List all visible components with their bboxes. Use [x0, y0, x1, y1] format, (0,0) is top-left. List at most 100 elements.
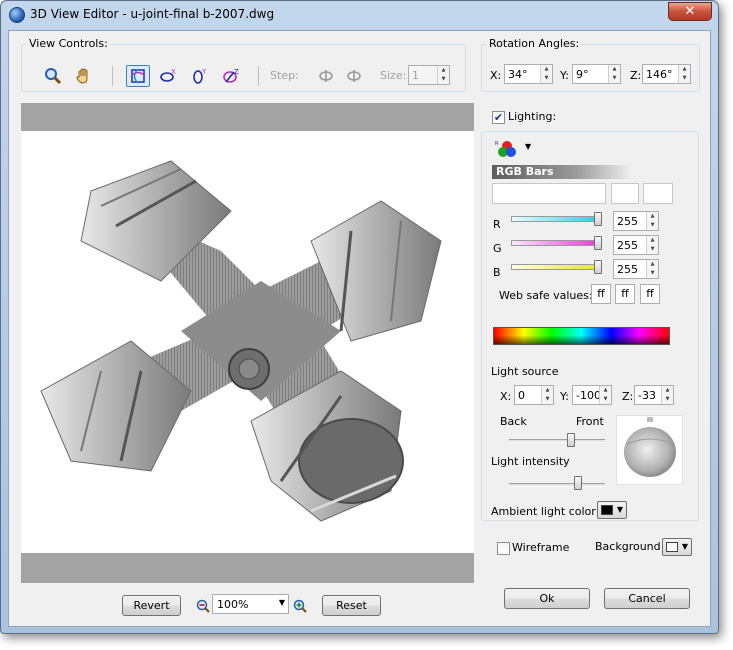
g-channel-label: G — [493, 242, 502, 255]
zoom-select[interactable]: 100% ▼ — [212, 594, 289, 614]
r-value-stepper[interactable]: 255 ▲ ▼ — [613, 211, 659, 231]
light-z-value: -33 — [638, 389, 656, 402]
ambient-color-picker[interactable]: ▼ — [597, 501, 627, 519]
stepper-down-icon[interactable]: ▼ — [647, 221, 658, 230]
dialog-client: View Controls: X Y Z Step: Size: 1 ▲ ▼ R… — [8, 30, 711, 627]
rotation-x-stepper[interactable]: 34° ▲ ▼ — [504, 64, 553, 84]
light-intensity-label: Light intensity — [491, 455, 570, 468]
b-slider-track[interactable] — [511, 264, 601, 270]
stepper-up-icon[interactable]: ▲ — [647, 260, 658, 269]
orbit-y-icon[interactable]: Y — [190, 66, 210, 86]
color-swatch-box-1 — [611, 183, 639, 204]
model-viewport[interactable] — [21, 103, 474, 583]
web-safe-g-field[interactable]: ff — [615, 284, 635, 304]
reset-button[interactable]: Reset — [322, 595, 381, 616]
rotation-angles-label: Rotation Angles: — [487, 37, 582, 50]
light-position-marker[interactable] — [647, 417, 653, 422]
web-safe-b-field[interactable]: ff — [640, 284, 660, 304]
light-intensity-slider-track[interactable] — [509, 483, 605, 487]
chevron-down-icon: ▼ — [616, 505, 623, 514]
rotation-y-value: 9° — [576, 68, 589, 81]
stepper-up-icon[interactable]: ▲ — [647, 212, 658, 221]
g-slider-thumb[interactable] — [594, 236, 602, 250]
light-x-label: X: — [500, 390, 512, 403]
b-channel-label: B — [493, 266, 501, 279]
back-front-slider-track[interactable] — [509, 439, 605, 443]
cancel-button[interactable]: Cancel — [604, 588, 690, 609]
b-value: 255 — [617, 263, 638, 276]
light-x-value: 0 — [518, 389, 525, 402]
stepper-down-icon[interactable]: ▼ — [541, 74, 552, 83]
toolbar-separator — [258, 66, 259, 86]
light-z-stepper[interactable]: -33 ▲ ▼ — [634, 385, 674, 405]
back-front-slider-thumb[interactable] — [567, 433, 575, 447]
sphere-preview-icon — [624, 427, 676, 477]
web-safe-label: Web safe values: — [499, 289, 593, 302]
stepper-up-icon[interactable]: ▲ — [662, 386, 673, 395]
stepper-up-icon[interactable]: ▲ — [647, 236, 658, 245]
ok-button[interactable]: Ok — [504, 588, 590, 609]
pan-hand-icon[interactable] — [74, 66, 94, 86]
stepper-up-icon[interactable]: ▲ — [600, 386, 611, 395]
render-canvas[interactable] — [21, 131, 474, 553]
rotation-z-stepper[interactable]: 146° ▲ ▼ — [642, 64, 691, 84]
r-slider-thumb[interactable] — [594, 212, 602, 226]
svg-text:R: R — [495, 141, 499, 147]
rgb-bars-header: RGB Bars — [492, 165, 632, 179]
stepper-up-icon[interactable]: ▲ — [541, 65, 552, 74]
ambient-color-swatch — [601, 505, 613, 515]
light-position-sphere[interactable] — [616, 415, 683, 485]
b-value-stepper[interactable]: 255 ▲ ▼ — [613, 259, 659, 279]
svg-text:X: X — [171, 68, 176, 76]
color-model-icon[interactable]: R — [493, 139, 521, 159]
svg-text:Z: Z — [234, 68, 239, 76]
zoom-value: 100% — [217, 597, 249, 611]
toolbar-separator — [112, 66, 113, 86]
zoom-icon[interactable] — [43, 66, 63, 86]
light-x-stepper[interactable]: 0 ▲ ▼ — [514, 385, 554, 405]
stepper-up-icon[interactable]: ▲ — [609, 65, 620, 74]
light-y-value: -100 — [576, 389, 599, 402]
color-spectrum-bar[interactable] — [493, 327, 670, 345]
orbit-z-icon[interactable]: Z — [222, 66, 242, 86]
lighting-label: Lighting: — [508, 110, 557, 123]
revert-button[interactable]: Revert — [122, 595, 181, 616]
free-orbit-icon[interactable] — [126, 65, 150, 87]
stepper-down-icon[interactable]: ▼ — [438, 75, 449, 84]
stepper-down-icon[interactable]: ▼ — [542, 395, 553, 404]
stepper-up-icon[interactable]: ▲ — [438, 66, 449, 75]
light-y-stepper[interactable]: -100 ▲ ▼ — [572, 385, 612, 405]
rotate-left-icon[interactable] — [316, 66, 336, 86]
light-intensity-slider-thumb[interactable] — [574, 476, 582, 490]
close-button[interactable]: ✕ — [668, 2, 712, 21]
stepper-up-icon[interactable]: ▲ — [542, 386, 553, 395]
title-bar[interactable]: 3D View Editor - u-joint-final b-2007.dw… — [1, 1, 718, 30]
stepper-up-icon[interactable]: ▲ — [679, 65, 690, 74]
stepper-down-icon[interactable]: ▼ — [647, 269, 658, 278]
wireframe-checkbox[interactable] — [497, 542, 510, 555]
stepper-down-icon[interactable]: ▼ — [679, 74, 690, 83]
lighting-checkbox[interactable]: ✔ — [492, 111, 505, 124]
web-safe-r-field[interactable]: ff — [591, 284, 611, 304]
stepper-down-icon[interactable]: ▼ — [662, 395, 673, 404]
zoom-in-icon[interactable] — [290, 596, 310, 616]
svg-text:Y: Y — [201, 68, 207, 76]
chevron-down-icon[interactable]: ▼ — [525, 142, 531, 151]
size-value: 1 — [412, 69, 419, 82]
size-stepper[interactable]: 1 ▲ ▼ — [408, 65, 450, 85]
stepper-down-icon[interactable]: ▼ — [609, 74, 620, 83]
rotation-y-stepper[interactable]: 9° ▲ ▼ — [572, 64, 621, 84]
b-slider-thumb[interactable] — [594, 260, 602, 274]
g-slider-track[interactable] — [511, 240, 601, 246]
stepper-down-icon[interactable]: ▼ — [600, 395, 611, 404]
rotate-right-icon[interactable] — [344, 66, 364, 86]
size-label: Size: — [380, 69, 407, 82]
r-slider-track[interactable] — [511, 216, 601, 222]
background-color-picker[interactable]: ▼ — [662, 538, 692, 556]
zoom-out-icon[interactable] — [193, 596, 213, 616]
light-z-label: Z: — [622, 390, 634, 403]
light-source-label: Light source — [491, 365, 559, 378]
orbit-x-icon[interactable]: X — [159, 66, 179, 86]
stepper-down-icon[interactable]: ▼ — [647, 245, 658, 254]
g-value-stepper[interactable]: 255 ▲ ▼ — [613, 235, 659, 255]
